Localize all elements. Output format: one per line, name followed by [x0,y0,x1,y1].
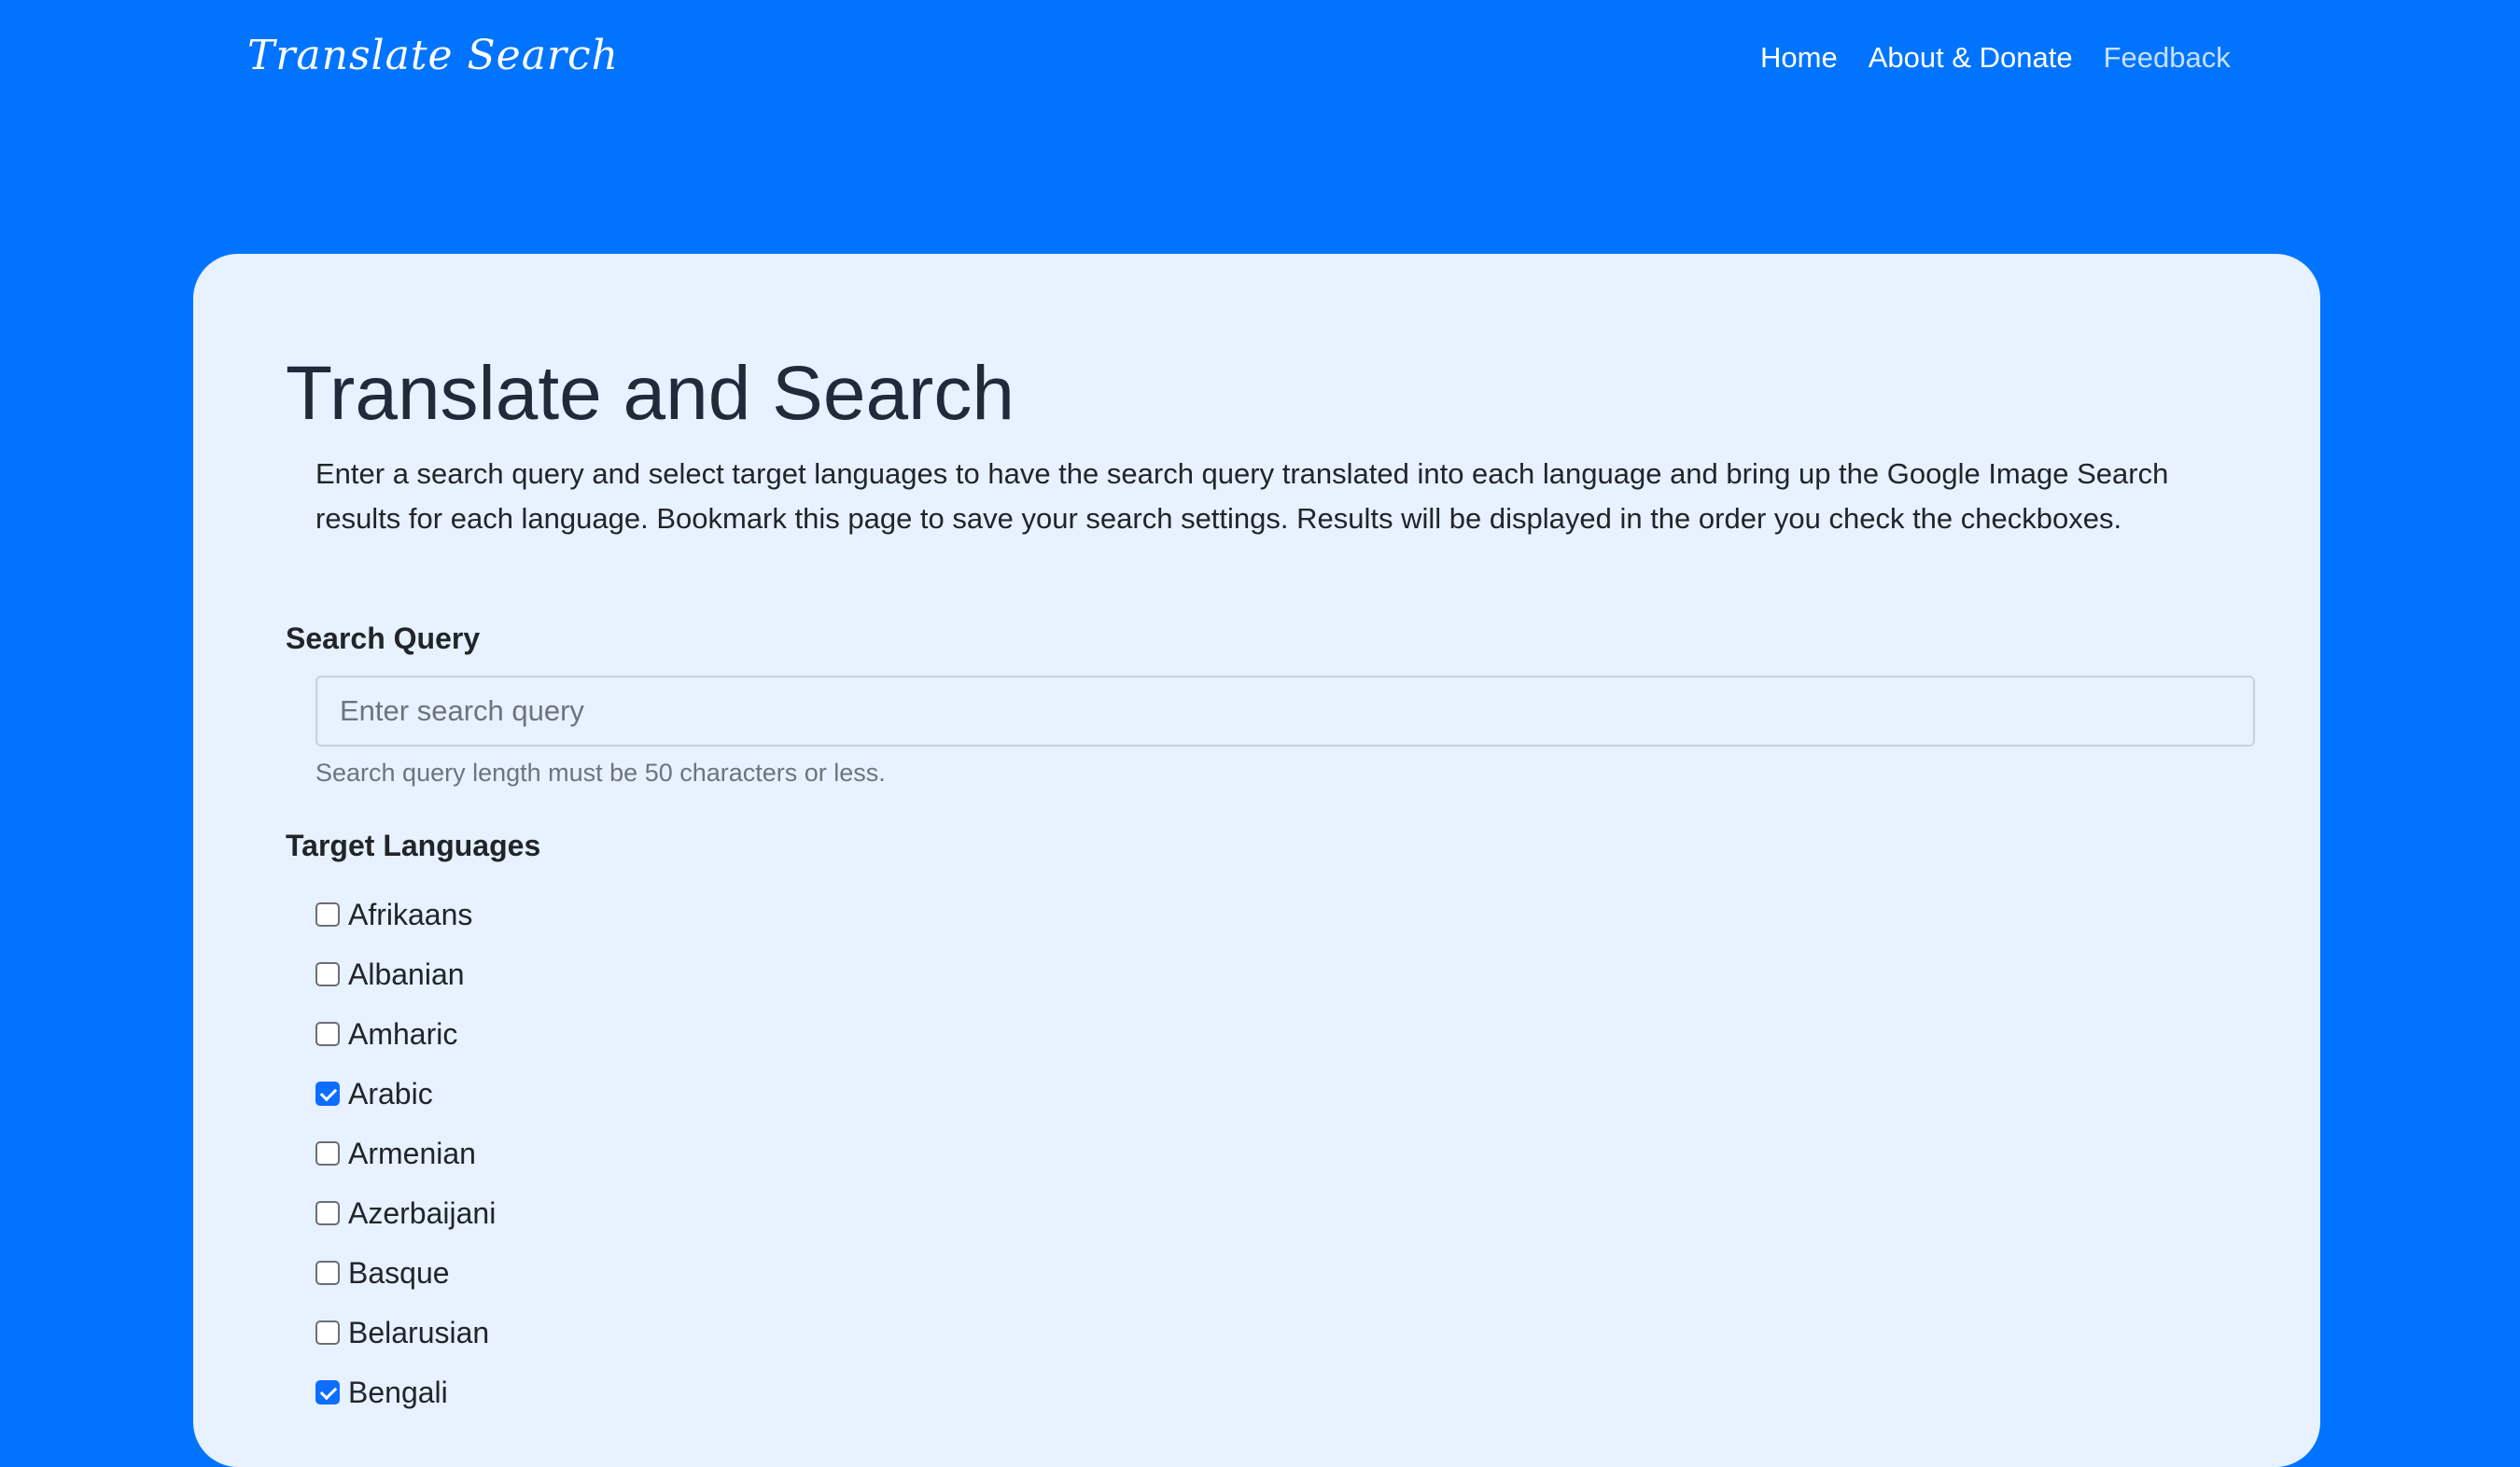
language-item-belarusian[interactable]: Belarusian [315,1303,496,1362]
language-checkbox[interactable] [315,1320,340,1345]
language-label: Arabic [348,1077,433,1111]
language-label: Bengali [348,1376,448,1409]
search-help-text: Search query length must be 50 character… [315,759,886,787]
language-label: Afrikaans [348,898,473,931]
target-languages-label: Target Languages [286,829,541,862]
page-title: Translate and Search [286,351,1015,436]
language-item-armenian[interactable]: Armenian [315,1124,496,1183]
language-item-afrikaans[interactable]: Afrikaans [315,885,496,944]
language-item-amharic[interactable]: Amharic [315,1004,496,1064]
nav-link-home[interactable]: Home [1760,37,1838,78]
language-label: Amharic [348,1017,458,1051]
language-item-albanian[interactable]: Albanian [315,944,496,1004]
search-input[interactable] [315,676,2255,747]
language-checkbox[interactable] [315,962,340,986]
nav-links: Home About & Donate Feedback [1760,37,2231,78]
language-label: Albanian [348,957,465,991]
language-label: Azerbaijani [348,1196,497,1230]
page-description: Enter a search query and select target l… [315,457,2169,535]
language-label: Belarusian [348,1316,490,1349]
language-item-bengali[interactable]: Bengali [315,1362,496,1422]
language-checkbox[interactable] [315,1022,340,1046]
nav-link-about-donate[interactable]: About & Donate [1869,37,2073,78]
nav-link-feedback[interactable]: Feedback [2104,37,2231,78]
language-label: Basque [348,1256,450,1290]
language-checkbox[interactable] [315,1261,340,1285]
language-item-azerbaijani[interactable]: Azerbaijani [315,1183,496,1243]
language-item-basque[interactable]: Basque [315,1243,496,1303]
language-checkbox[interactable] [315,1082,340,1106]
language-item-arabic[interactable]: Arabic [315,1064,496,1124]
language-checkbox[interactable] [315,1201,340,1225]
language-checkbox[interactable] [315,902,340,927]
language-list: Afrikaans Albanian Amharic Arabic Armeni… [315,885,496,1422]
main-card: Translate and Search Enter a search quer… [193,254,2320,1467]
language-checkbox[interactable] [315,1380,340,1404]
brand-logo[interactable]: Translate Search [247,28,619,84]
language-label: Armenian [348,1137,476,1170]
navbar: Translate Search Home About & Donate Fee… [0,0,2520,116]
search-query-label: Search Query [286,622,481,655]
language-checkbox[interactable] [315,1141,340,1166]
